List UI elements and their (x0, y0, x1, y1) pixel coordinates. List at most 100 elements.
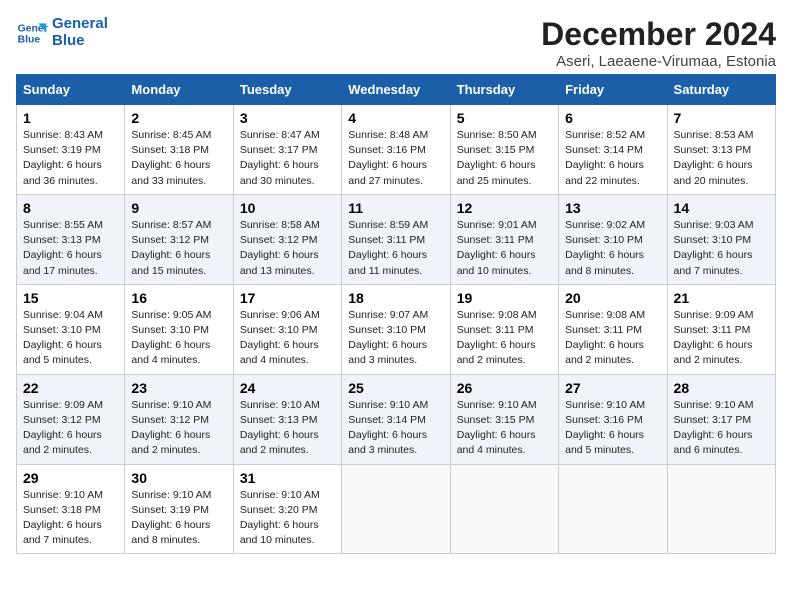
cell-info: Sunrise: 8:58 AM Sunset: 3:12 PM Dayligh… (240, 218, 335, 279)
cell-info: Sunrise: 9:07 AM Sunset: 3:10 PM Dayligh… (348, 308, 443, 369)
cell-info: Sunrise: 9:10 AM Sunset: 3:20 PM Dayligh… (240, 488, 335, 549)
cell-info: Sunrise: 9:10 AM Sunset: 3:17 PM Dayligh… (674, 398, 769, 459)
calendar-cell: 5 Sunrise: 8:50 AM Sunset: 3:15 PM Daylig… (450, 105, 558, 195)
cell-info: Sunrise: 9:03 AM Sunset: 3:10 PM Dayligh… (674, 218, 769, 279)
day-number: 8 (23, 200, 118, 216)
week-row-5: 29 Sunrise: 9:10 AM Sunset: 3:18 PM Dayli… (17, 464, 776, 554)
cell-info: Sunrise: 9:02 AM Sunset: 3:10 PM Dayligh… (565, 218, 660, 279)
cell-info: Sunrise: 8:48 AM Sunset: 3:16 PM Dayligh… (348, 128, 443, 189)
cell-info: Sunrise: 8:50 AM Sunset: 3:15 PM Dayligh… (457, 128, 552, 189)
cell-info: Sunrise: 9:10 AM Sunset: 3:12 PM Dayligh… (131, 398, 226, 459)
logo-line2: Blue (52, 33, 108, 50)
calendar-cell: 6 Sunrise: 8:52 AM Sunset: 3:14 PM Daylig… (559, 105, 667, 195)
calendar-cell: 24 Sunrise: 9:10 AM Sunset: 3:13 PM Dayli… (233, 374, 341, 464)
calendar-cell: 14 Sunrise: 9:03 AM Sunset: 3:10 PM Dayli… (667, 194, 775, 284)
calendar-cell: 12Sunrise: 9:01 AM Sunset: 3:11 PM Dayli… (450, 194, 558, 284)
week-row-3: 15 Sunrise: 9:04 AM Sunset: 3:10 PM Dayli… (17, 284, 776, 374)
cell-info: Sunrise: 9:10 AM Sunset: 3:18 PM Dayligh… (23, 488, 118, 549)
week-row-1: 1Sunrise: 8:43 AM Sunset: 3:19 PM Daylig… (17, 105, 776, 195)
calendar-cell: 4 Sunrise: 8:48 AM Sunset: 3:16 PM Daylig… (342, 105, 450, 195)
cell-info: Sunrise: 8:47 AM Sunset: 3:17 PM Dayligh… (240, 128, 335, 189)
day-number: 29 (23, 470, 118, 486)
calendar-body: 1Sunrise: 8:43 AM Sunset: 3:19 PM Daylig… (17, 105, 776, 554)
calendar-cell (342, 464, 450, 554)
day-number: 20 (565, 290, 660, 306)
cell-info: Sunrise: 8:57 AM Sunset: 3:12 PM Dayligh… (131, 218, 226, 279)
day-number: 10 (240, 200, 335, 216)
col-header-sunday: Sunday (17, 75, 125, 105)
calendar-cell: 28 Sunrise: 9:10 AM Sunset: 3:17 PM Dayli… (667, 374, 775, 464)
cell-info: Sunrise: 9:09 AM Sunset: 3:12 PM Dayligh… (23, 398, 118, 459)
day-number: 12 (457, 200, 552, 216)
calendar-cell: 18 Sunrise: 9:07 AM Sunset: 3:10 PM Dayli… (342, 284, 450, 374)
day-number: 13 (565, 200, 660, 216)
calendar-cell: 3Sunrise: 8:47 AM Sunset: 3:17 PM Daylig… (233, 105, 341, 195)
calendar-cell: 29 Sunrise: 9:10 AM Sunset: 3:18 PM Dayli… (17, 464, 125, 554)
cell-info: Sunrise: 9:05 AM Sunset: 3:10 PM Dayligh… (131, 308, 226, 369)
day-number: 31 (240, 470, 335, 486)
calendar-cell: 25 Sunrise: 9:10 AM Sunset: 3:14 PM Dayli… (342, 374, 450, 464)
calendar-cell: 13 Sunrise: 9:02 AM Sunset: 3:10 PM Dayli… (559, 194, 667, 284)
cell-info: Sunrise: 8:59 AM Sunset: 3:11 PM Dayligh… (348, 218, 443, 279)
day-number: 28 (674, 380, 769, 396)
day-number: 2 (131, 110, 226, 126)
calendar-cell (559, 464, 667, 554)
calendar-cell: 9Sunrise: 8:57 AM Sunset: 3:12 PM Daylig… (125, 194, 233, 284)
day-number: 24 (240, 380, 335, 396)
day-number: 17 (240, 290, 335, 306)
day-number: 15 (23, 290, 118, 306)
col-header-friday: Friday (559, 75, 667, 105)
cell-info: Sunrise: 9:09 AM Sunset: 3:11 PM Dayligh… (674, 308, 769, 369)
cell-info: Sunrise: 9:10 AM Sunset: 3:19 PM Dayligh… (131, 488, 226, 549)
cell-info: Sunrise: 9:10 AM Sunset: 3:16 PM Dayligh… (565, 398, 660, 459)
calendar-cell: 27 Sunrise: 9:10 AM Sunset: 3:16 PM Dayli… (559, 374, 667, 464)
calendar-cell: 30 Sunrise: 9:10 AM Sunset: 3:19 PM Dayli… (125, 464, 233, 554)
day-number: 14 (674, 200, 769, 216)
day-number: 11 (348, 200, 443, 216)
calendar-cell: 31 Sunrise: 9:10 AM Sunset: 3:20 PM Dayli… (233, 464, 341, 554)
week-row-4: 22Sunrise: 9:09 AM Sunset: 3:12 PM Dayli… (17, 374, 776, 464)
col-header-tuesday: Tuesday (233, 75, 341, 105)
logo-icon: General Blue (16, 17, 48, 49)
cell-info: Sunrise: 9:04 AM Sunset: 3:10 PM Dayligh… (23, 308, 118, 369)
page-header: General Blue General Blue December 2024 … (16, 16, 776, 70)
cell-info: Sunrise: 9:10 AM Sunset: 3:15 PM Dayligh… (457, 398, 552, 459)
calendar-cell: 8 Sunrise: 8:55 AM Sunset: 3:13 PM Daylig… (17, 194, 125, 284)
day-number: 4 (348, 110, 443, 126)
day-number: 18 (348, 290, 443, 306)
calendar-cell: 22Sunrise: 9:09 AM Sunset: 3:12 PM Dayli… (17, 374, 125, 464)
day-number: 21 (674, 290, 769, 306)
calendar-table: SundayMondayTuesdayWednesdayThursdayFrid… (16, 74, 776, 554)
day-number: 5 (457, 110, 552, 126)
logo: General Blue General Blue (16, 16, 108, 49)
day-number: 19 (457, 290, 552, 306)
calendar-cell: 11 Sunrise: 8:59 AM Sunset: 3:11 PM Dayli… (342, 194, 450, 284)
cell-info: Sunrise: 8:55 AM Sunset: 3:13 PM Dayligh… (23, 218, 118, 279)
title-block: December 2024 Aseri, Laeaene-Virumaa, Es… (541, 16, 776, 70)
col-header-monday: Monday (125, 75, 233, 105)
day-number: 23 (131, 380, 226, 396)
day-number: 1 (23, 110, 118, 126)
cell-info: Sunrise: 8:52 AM Sunset: 3:14 PM Dayligh… (565, 128, 660, 189)
day-number: 16 (131, 290, 226, 306)
col-header-thursday: Thursday (450, 75, 558, 105)
day-number: 26 (457, 380, 552, 396)
calendar-cell: 19Sunrise: 9:08 AM Sunset: 3:11 PM Dayli… (450, 284, 558, 374)
col-header-wednesday: Wednesday (342, 75, 450, 105)
day-number: 7 (674, 110, 769, 126)
calendar-cell: 21 Sunrise: 9:09 AM Sunset: 3:11 PM Dayli… (667, 284, 775, 374)
day-number: 30 (131, 470, 226, 486)
cell-info: Sunrise: 9:10 AM Sunset: 3:14 PM Dayligh… (348, 398, 443, 459)
logo-line1: General (52, 16, 108, 33)
day-number: 25 (348, 380, 443, 396)
calendar-header-row: SundayMondayTuesdayWednesdayThursdayFrid… (17, 75, 776, 105)
day-number: 27 (565, 380, 660, 396)
calendar-cell: 7Sunrise: 8:53 AM Sunset: 3:13 PM Daylig… (667, 105, 775, 195)
calendar-cell: 10 Sunrise: 8:58 AM Sunset: 3:12 PM Dayli… (233, 194, 341, 284)
week-row-2: 8 Sunrise: 8:55 AM Sunset: 3:13 PM Daylig… (17, 194, 776, 284)
subtitle: Aseri, Laeaene-Virumaa, Estonia (541, 53, 776, 70)
cell-info: Sunrise: 9:10 AM Sunset: 3:13 PM Dayligh… (240, 398, 335, 459)
calendar-cell: 1Sunrise: 8:43 AM Sunset: 3:19 PM Daylig… (17, 105, 125, 195)
calendar-cell: 2Sunrise: 8:45 AM Sunset: 3:18 PM Daylig… (125, 105, 233, 195)
day-number: 6 (565, 110, 660, 126)
